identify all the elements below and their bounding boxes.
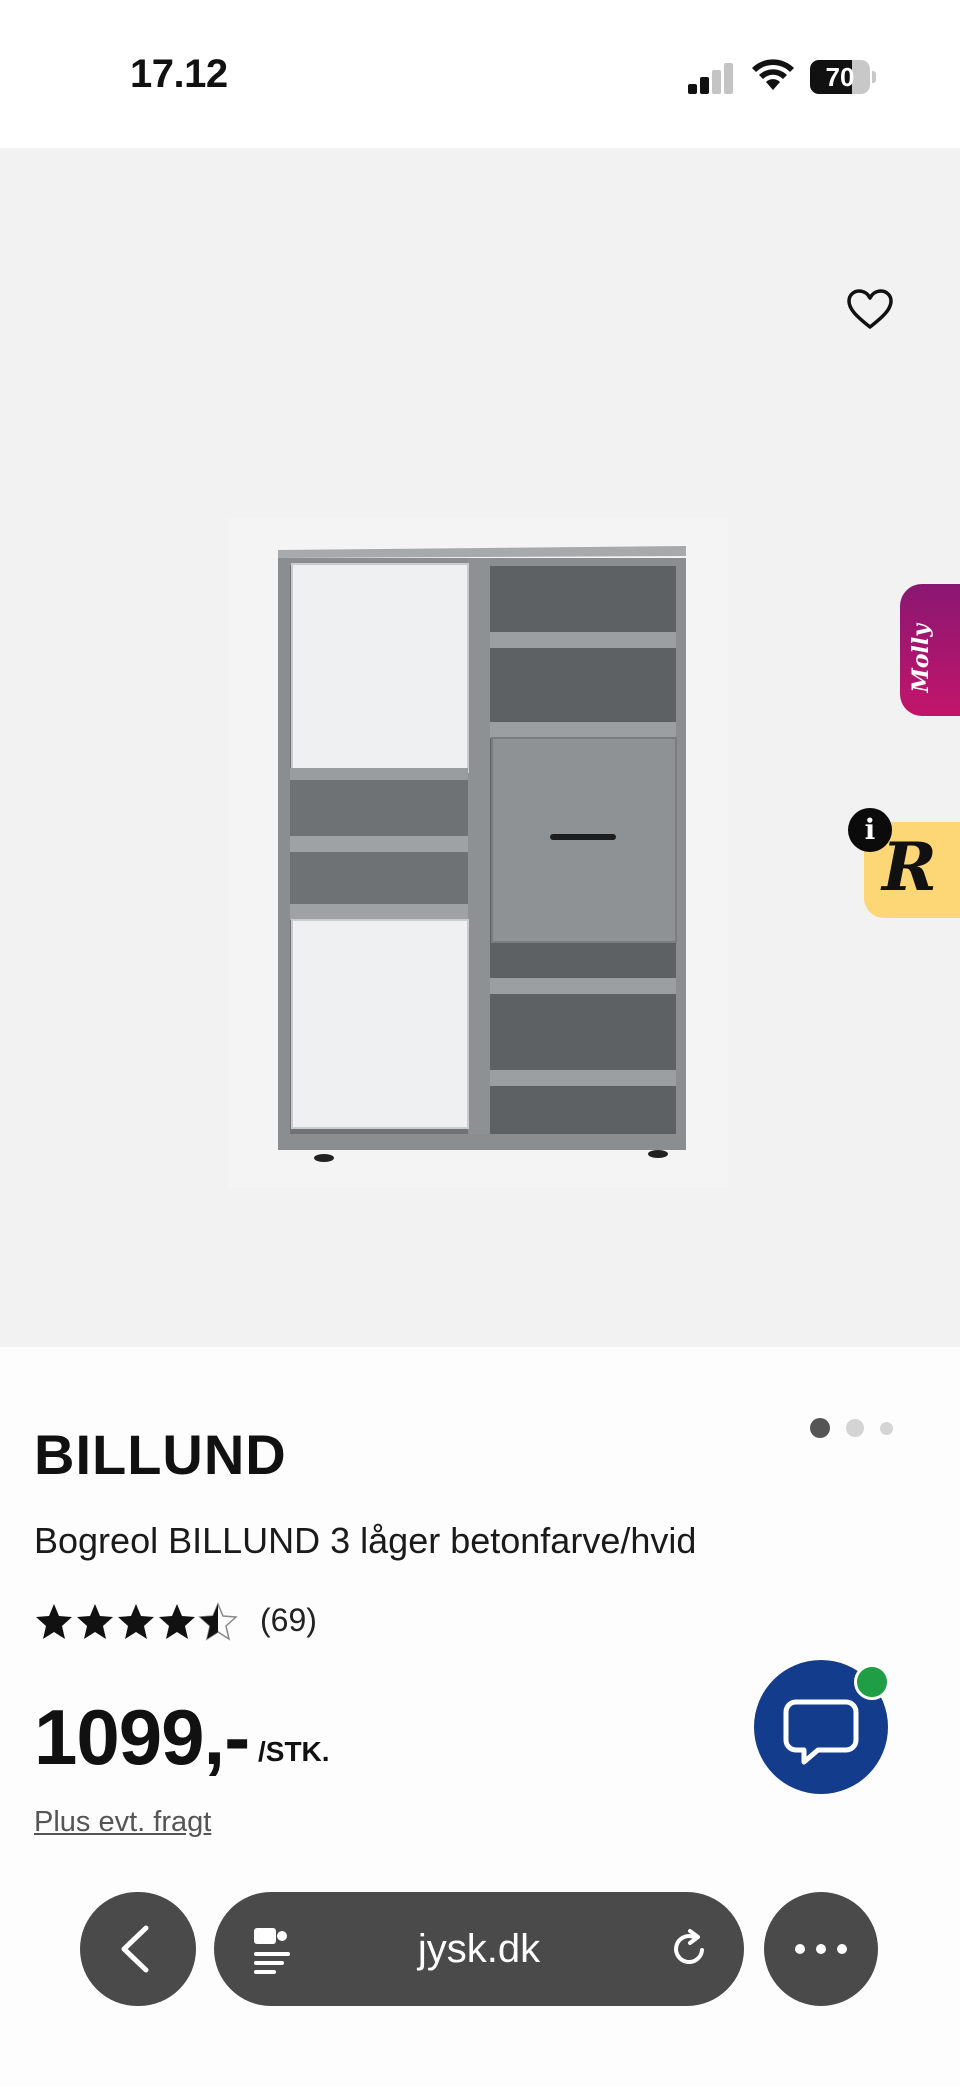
star-rating-icon — [36, 1603, 237, 1640]
carousel-dot[interactable] — [846, 1419, 864, 1437]
r-widget-logo: R — [882, 828, 937, 906]
product-image[interactable] — [228, 518, 728, 1188]
molly-label: Molly — [908, 624, 934, 693]
molly-widget[interactable]: Molly — [900, 584, 960, 716]
status-bar: 17.12 70 — [0, 0, 960, 148]
carousel-indicator — [810, 1418, 910, 1440]
online-status-dot — [854, 1664, 890, 1700]
battery-level: 70 — [825, 62, 855, 92]
back-button[interactable] — [80, 1892, 196, 2006]
cellular-signal-icon — [688, 62, 734, 94]
chevron-left-icon — [121, 1925, 149, 1973]
price-unit: /STK. — [258, 1736, 330, 1767]
freight-link[interactable]: Plus evt. fragt — [34, 1806, 211, 1839]
more-button[interactable] — [764, 1892, 878, 2006]
reload-icon[interactable] — [668, 1928, 710, 1970]
review-count[interactable]: (69) — [260, 1602, 317, 1639]
address-bar[interactable]: jysk.dk — [214, 1892, 744, 2006]
heart-icon[interactable] — [846, 288, 894, 330]
product-gallery[interactable]: Molly R i — [0, 148, 960, 1438]
battery-icon: 70 — [810, 60, 876, 94]
carousel-dot-active[interactable] — [810, 1418, 830, 1438]
status-time: 17.12 — [130, 52, 228, 96]
url-text[interactable]: jysk.dk — [214, 1892, 744, 2006]
carousel-dot[interactable] — [880, 1422, 893, 1435]
more-dots-icon — [795, 1944, 847, 1954]
wifi-icon — [752, 59, 794, 90]
product-brand: BILLUND — [34, 1423, 287, 1486]
rating[interactable]: (69) — [34, 1602, 434, 1646]
info-icon[interactable]: i — [848, 808, 892, 852]
price: 1099,- — [34, 1693, 250, 1781]
product-name: Bogreol BILLUND 3 låger betonfarve/hvid — [34, 1520, 697, 1561]
